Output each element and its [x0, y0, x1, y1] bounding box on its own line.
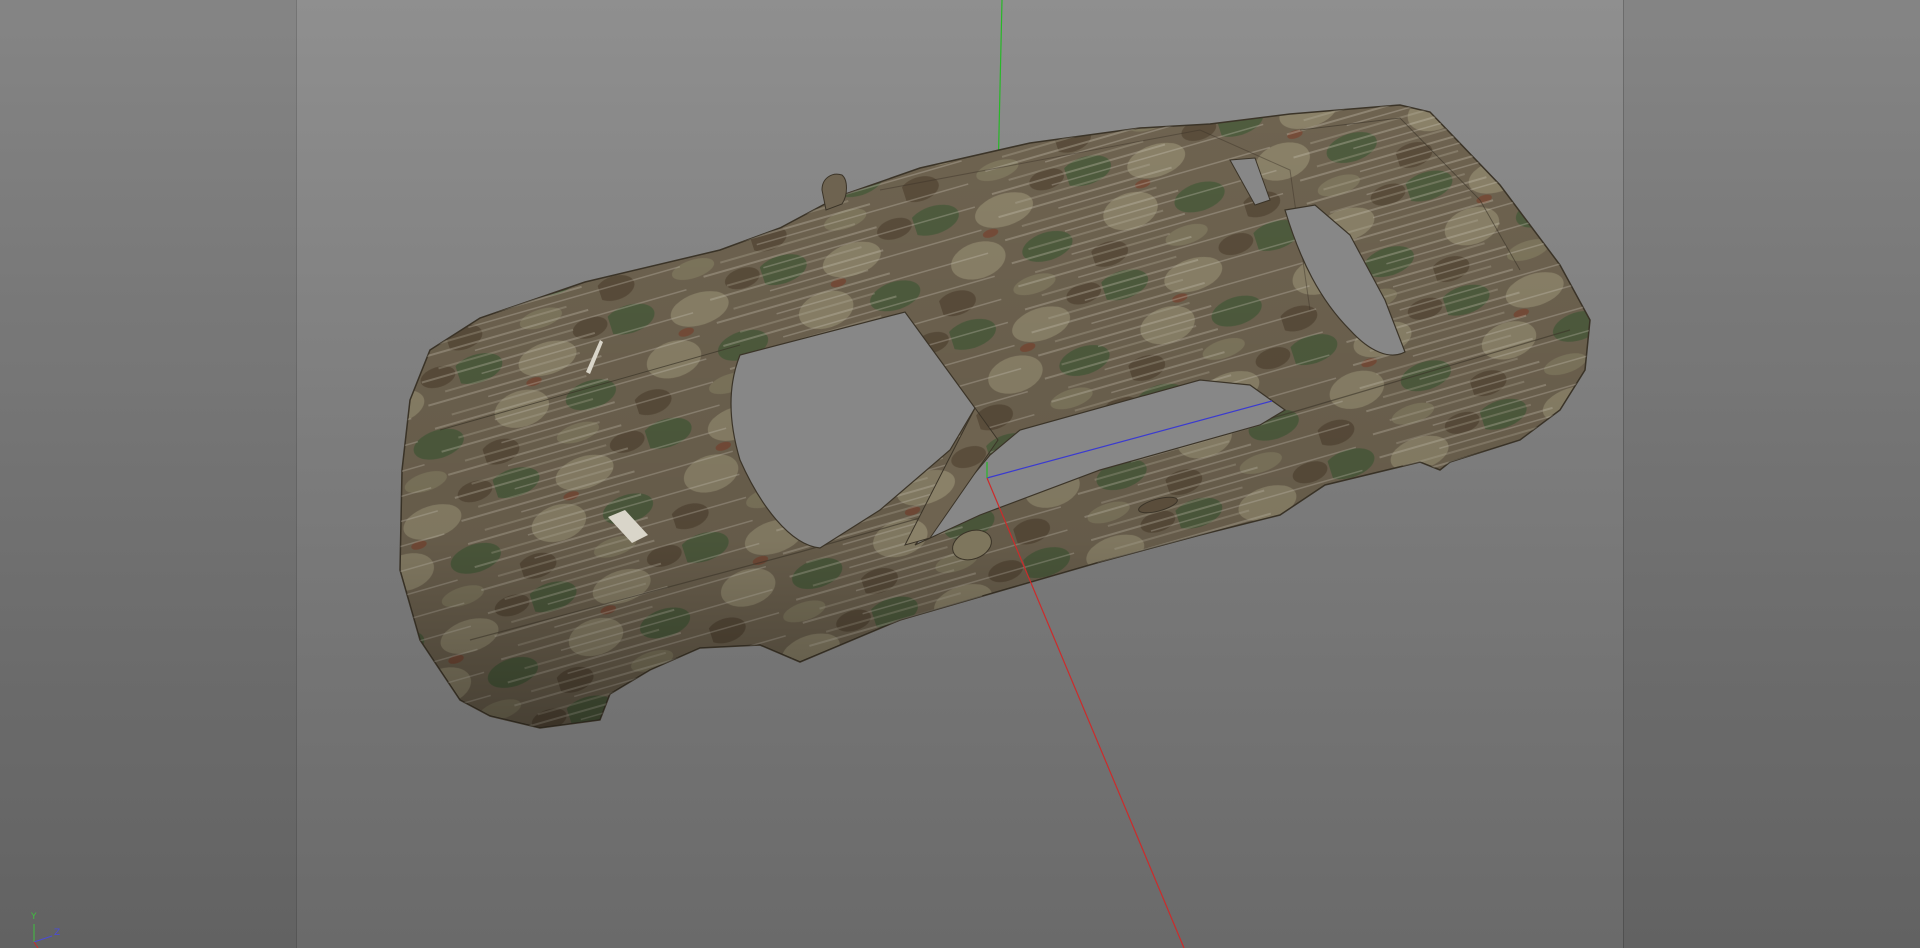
scene-canvas[interactable] — [0, 0, 1920, 948]
gizmo-x-axis — [33, 941, 39, 948]
axis-orientation-gizmo: Y Z — [24, 912, 68, 948]
gizmo-y-label: Y — [31, 912, 37, 922]
3d-viewport[interactable]: Y Z — [0, 0, 1920, 948]
car-body-model[interactable] — [399, 104, 1591, 729]
car-body-shading — [400, 105, 1590, 728]
gizmo-z-axis — [33, 935, 53, 943]
gizmo-z-label: Z — [54, 928, 61, 938]
